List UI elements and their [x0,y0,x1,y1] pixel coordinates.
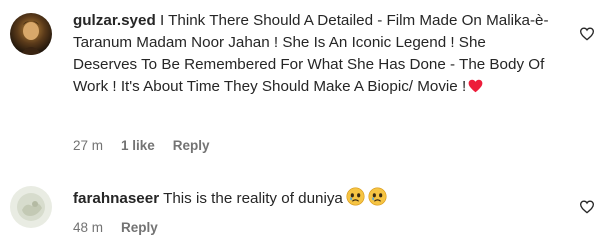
comment-meta: 27 m 1 like Reply [73,138,210,153]
reply-button[interactable]: Reply [121,220,158,235]
sad-face-icon [368,187,387,213]
avatar[interactable] [10,186,52,228]
comment-timestamp: 27 m [73,138,104,153]
like-heart-icon[interactable] [579,199,595,215]
like-heart-icon[interactable] [579,26,595,42]
comment-body: gulzar.syed I Think There Should A Detai… [73,10,553,100]
sad-face-icon [346,187,365,213]
comment-item: farahnaseer This is the reality of duniy… [0,170,604,248]
comment-text: This is the reality of duniya [163,190,343,207]
comment-like-count[interactable]: 1 like [121,138,155,153]
comment-timestamp: 48 m [73,220,104,235]
avatar[interactable] [10,13,52,55]
comment-body: farahnaseer This is the reality of duniy… [73,187,553,213]
comment-username[interactable]: farahnaseer [73,190,159,207]
reply-button[interactable]: Reply [173,138,210,153]
comment-item: gulzar.syed I Think There Should A Detai… [0,0,604,170]
comment-meta: 48 m Reply [73,220,158,235]
comment-username[interactable]: gulzar.syed [73,12,156,29]
red-heart-icon [468,78,483,100]
